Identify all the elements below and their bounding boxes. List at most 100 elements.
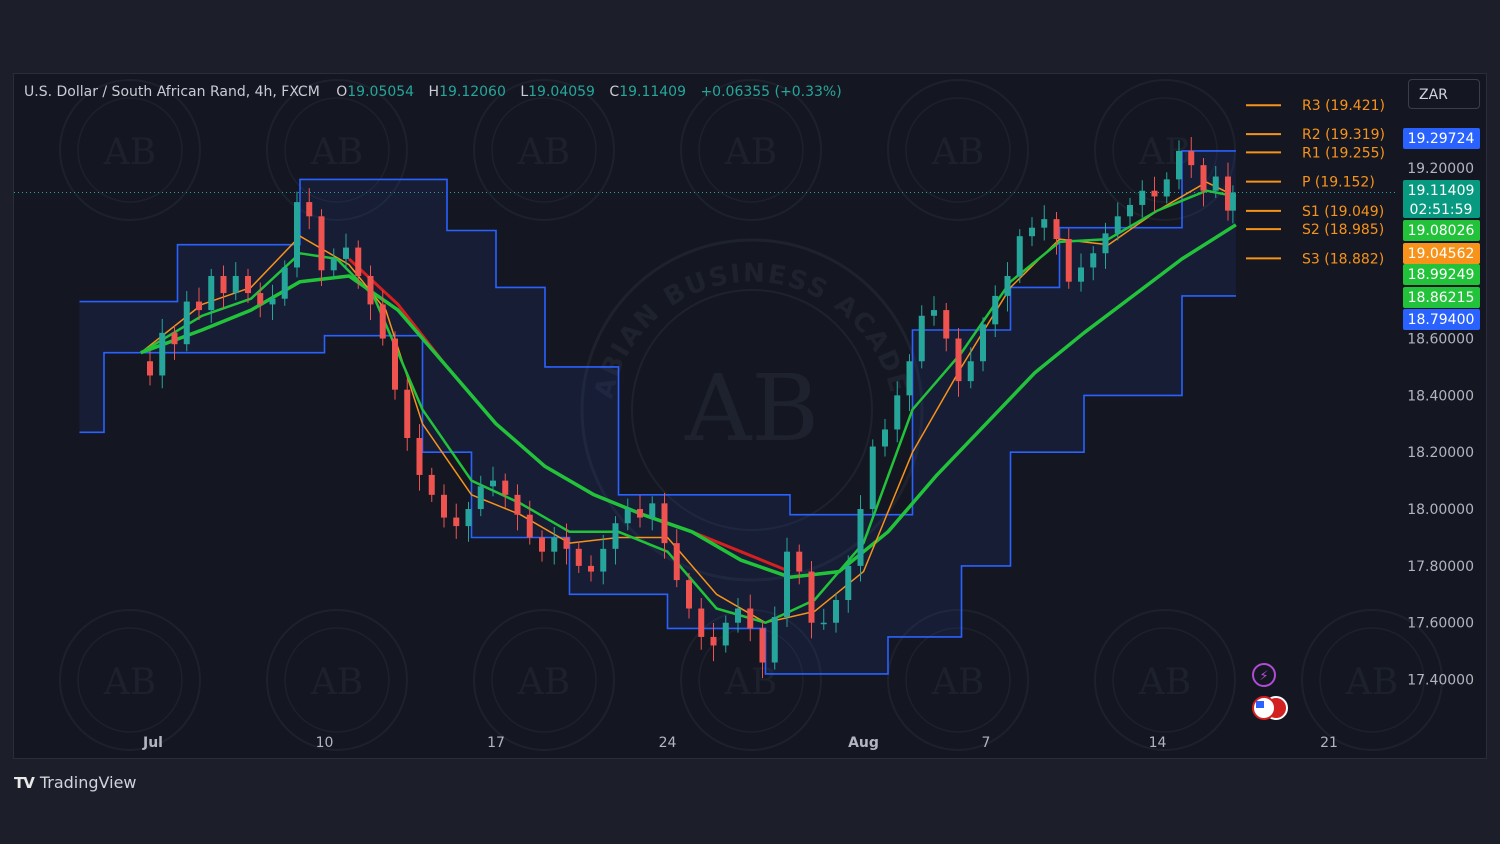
candle-body — [526, 514, 533, 538]
seal-initials: AB — [103, 132, 156, 173]
y-tick-label: 17.80000 — [1407, 559, 1474, 575]
y-tick-label: 18.00000 — [1407, 502, 1474, 518]
candle-body — [759, 628, 766, 663]
high-label: H — [428, 84, 440, 100]
watermark-seal: AB — [266, 609, 408, 751]
candle-body — [1176, 150, 1182, 180]
candle-body — [1004, 275, 1011, 296]
price-badge-label: 18.99249 — [1408, 267, 1475, 283]
candle-body — [1090, 253, 1097, 268]
candle-body — [392, 338, 398, 390]
candle-body — [967, 361, 974, 382]
candle-body — [784, 551, 790, 618]
candle-body — [490, 480, 496, 487]
change-value: +0.06355 (+0.33%) — [700, 84, 842, 100]
candle-body — [220, 275, 227, 294]
x-tick-label: 17 — [487, 735, 505, 751]
candle-body — [698, 608, 705, 637]
price-badge-label: 18.79400 — [1408, 312, 1475, 328]
candle-body — [465, 509, 472, 527]
symbol-title: U.S. Dollar / South African Rand, 4h, FX… — [24, 84, 320, 100]
watermark-seal: AB — [473, 79, 615, 221]
candle-body — [330, 258, 337, 271]
candle-body — [367, 275, 374, 305]
x-tick-label: 7 — [982, 735, 991, 751]
candle-body — [894, 395, 901, 430]
y-tick-label: 18.20000 — [1407, 445, 1474, 461]
x-tick-label: 24 — [659, 735, 677, 751]
candle-body — [416, 437, 423, 475]
candle-body — [1041, 219, 1048, 228]
candle-body — [735, 608, 741, 623]
x-tick-label: Aug — [848, 735, 879, 751]
price-badge-label: 19.11409 — [1408, 183, 1475, 199]
candle-body — [232, 275, 239, 294]
seal-initials: AB — [517, 132, 570, 173]
x-tick-label: Jul — [142, 735, 163, 751]
channel-fill — [79, 150, 1236, 674]
candle-body — [612, 523, 619, 549]
candle-body — [686, 580, 692, 609]
candle-body — [747, 608, 754, 629]
open-label: O — [336, 84, 348, 100]
pivot-label: P (19.152) — [1302, 175, 1375, 191]
candle-body — [820, 622, 827, 625]
candle-body — [428, 474, 435, 495]
watermark-seal: AB — [473, 609, 615, 751]
watermark-seal: AB — [59, 609, 201, 751]
candle-body — [441, 494, 447, 518]
candle-body — [502, 480, 509, 495]
x-tick-label: 14 — [1149, 735, 1167, 751]
candle-body — [281, 267, 288, 299]
candle-body — [588, 565, 594, 572]
candle-body — [477, 486, 484, 510]
candle-body — [245, 275, 251, 294]
pivot-label: S3 (18.882) — [1302, 251, 1384, 267]
seal-initials: AB — [1345, 662, 1398, 703]
candle-body — [600, 548, 607, 572]
seal-initials: AB — [310, 662, 363, 703]
candle-body — [649, 503, 656, 518]
low-value: 19.04059 — [528, 84, 595, 100]
candle-body — [992, 295, 999, 325]
high-value: 19.12060 — [439, 84, 506, 100]
candle-body — [1065, 239, 1072, 282]
candle-body — [637, 509, 643, 518]
tradingview-logo[interactable]: TV TradingView — [14, 773, 137, 792]
candle-body — [906, 361, 913, 396]
watermark-seal: AB — [887, 79, 1029, 221]
y-tick-label: 18.60000 — [1407, 332, 1474, 348]
seal-initials: AB — [103, 662, 156, 703]
watermark-seal: AB — [680, 79, 822, 221]
price-badge-label: 19.04562 — [1408, 246, 1475, 262]
price-badge-label: 19.29724 — [1408, 131, 1475, 147]
candle-body — [857, 509, 864, 566]
event-icons: ⚡ — [1252, 663, 1288, 720]
candle-body — [159, 332, 166, 376]
lightning-icon-glyph: ⚡ — [1259, 669, 1268, 684]
us-flag-canton — [1256, 701, 1264, 708]
seal-initials: AB — [310, 132, 363, 173]
x-tick-label: 10 — [316, 735, 334, 751]
candle-body — [1163, 179, 1170, 197]
brand-label: TradingView — [39, 773, 137, 792]
candle-body — [955, 338, 962, 382]
candle-body — [539, 537, 545, 552]
candle-body — [1053, 219, 1060, 240]
candle-body — [1016, 236, 1023, 276]
candle-body — [1200, 165, 1207, 191]
candle-body — [673, 543, 680, 581]
candle-body — [171, 332, 178, 345]
candle-body — [931, 310, 937, 316]
price-chart[interactable]: ABABABABABABABABABABABABABABARABIAN BUSI… — [0, 0, 1500, 844]
candle-body — [318, 216, 325, 271]
candle-body — [306, 202, 313, 217]
candle-body — [453, 517, 460, 527]
candle-body — [771, 617, 778, 663]
watermark-seal: AB — [1094, 609, 1236, 751]
pivot-label: R1 (19.255) — [1302, 145, 1385, 161]
currency-button[interactable]: ZAR — [1408, 79, 1480, 109]
candle-body — [208, 275, 215, 311]
tradingview-icon: TV — [14, 773, 35, 792]
candle-body — [1029, 227, 1035, 237]
